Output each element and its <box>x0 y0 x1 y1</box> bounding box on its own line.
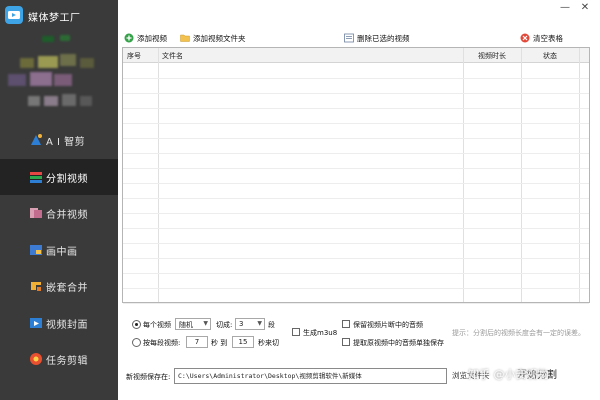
mode-each-radio[interactable] <box>132 320 141 329</box>
add-video-button[interactable]: 添加视频 <box>124 32 184 44</box>
table-row <box>123 108 589 109</box>
table-row <box>123 213 589 214</box>
chevron-down-icon: ▼ <box>257 320 262 327</box>
column-filename[interactable]: 文件名 <box>162 51 183 61</box>
column-divider <box>158 48 159 302</box>
table-row <box>123 258 589 259</box>
delete-selected-button[interactable]: 删除已选的视频 <box>344 32 424 44</box>
table-header: 序号 文件名 视频时长 状态 <box>123 48 589 63</box>
sidebar-item-nested-merge[interactable]: 嵌套合并 <box>0 268 118 305</box>
main-panel: — ✕ 添加视频 添加视频文件夹 删除已选的视频 清空表格 序号 文件名 视频时… <box>118 0 600 400</box>
mode-each-label: 每个视频 <box>143 321 171 329</box>
sidebar-nav: A I 智剪 分割视频 合并视频 画中画 嵌套合并 视频封面 任务剪辑 <box>0 122 118 378</box>
picture-in-picture-icon <box>29 243 43 257</box>
column-divider <box>579 48 580 302</box>
table-row <box>123 198 589 199</box>
table-row <box>123 288 589 289</box>
mode-per-segment-label: 按每段视频: <box>143 339 181 347</box>
add-folder-button[interactable]: 添加视频文件夹 <box>180 32 280 44</box>
ai-icon <box>29 133 43 147</box>
keep-audio-label: 保留视频片断中的音频 <box>353 321 423 329</box>
table-row <box>123 93 589 94</box>
sec-to-label: 秒 到 <box>211 339 228 347</box>
clear-icon <box>520 33 530 43</box>
minimize-button[interactable]: — <box>558 2 572 13</box>
sidebar-item-task-edit[interactable]: 任务剪辑 <box>0 341 118 378</box>
table-row <box>123 168 589 169</box>
clear-table-button[interactable]: 清空表格 <box>520 32 570 44</box>
table-row <box>123 138 589 139</box>
hint-text: 提示：分割后的视频长度会有一定的误差。 <box>452 329 585 337</box>
folder-icon <box>180 33 190 43</box>
table-row <box>123 303 589 304</box>
sec-end-label: 秒来切 <box>258 339 279 347</box>
merge-video-icon <box>29 206 43 220</box>
segment-max-seconds[interactable]: 15 <box>232 336 254 348</box>
split-options: 每个视频 随机 ▼ 切成: 3 ▼ 段 按每段视频: 7 秒 到 15 秒来切 … <box>122 310 590 360</box>
table-row <box>123 153 589 154</box>
table-row <box>123 273 589 274</box>
column-duration[interactable]: 视频时长 <box>478 51 506 61</box>
random-select[interactable]: 随机 ▼ <box>175 318 211 330</box>
column-index[interactable]: 序号 <box>127 51 141 61</box>
extract-audio-checkbox[interactable] <box>342 338 350 346</box>
sidebar-item-ai-edit[interactable]: A I 智剪 <box>0 122 118 159</box>
blurred-account-area <box>0 30 118 122</box>
sidebar-item-label: 分割视频 <box>46 173 88 185</box>
close-button[interactable]: ✕ <box>578 2 592 13</box>
gen-m3u8-label: 生成m3u8 <box>303 329 338 337</box>
segment-min-seconds[interactable]: 7 <box>186 336 208 348</box>
sidebar-item-label: A I 智剪 <box>46 137 86 148</box>
sidebar-item-label: 嵌套合并 <box>46 283 88 294</box>
split-video-icon <box>29 170 43 184</box>
column-divider <box>463 48 464 302</box>
sidebar-item-label: 任务剪辑 <box>46 356 88 367</box>
chevron-down-icon: ▼ <box>203 320 208 327</box>
sidebar: 媒体梦工厂 A I 智剪 分割视频 合并视频 画中画 嵌套合并 视频封面 任务剪… <box>0 0 118 400</box>
mode-per-segment-radio[interactable] <box>132 338 141 347</box>
sidebar-item-pip[interactable]: 画中画 <box>0 232 118 269</box>
sidebar-item-merge-video[interactable]: 合并视频 <box>0 195 118 232</box>
segments-unit: 段 <box>268 321 275 329</box>
extract-audio-label: 提取原视频中的音频单独保存 <box>353 339 444 347</box>
sidebar-item-split-video[interactable]: 分割视频 <box>0 158 118 195</box>
sidebar-item-label: 画中画 <box>46 246 78 258</box>
sidebar-item-video-cover[interactable]: 视频封面 <box>0 305 118 342</box>
delete-list-icon <box>344 33 354 43</box>
sidebar-item-label: 合并视频 <box>46 210 88 221</box>
table-row <box>123 228 589 229</box>
save-path-input[interactable]: C:\Users\Administrator\Desktop\视频剪辑软件\新媒… <box>174 368 447 384</box>
save-label: 新视频保存在: <box>126 373 171 381</box>
video-cover-icon <box>29 316 43 330</box>
sidebar-item-label: 视频封面 <box>46 319 88 331</box>
table-row <box>123 243 589 244</box>
column-divider <box>521 48 522 302</box>
watermark: 知乎 @小安视物 <box>468 368 549 381</box>
video-table[interactable]: 序号 文件名 视频时长 状态 <box>122 47 590 304</box>
task-edit-icon <box>29 352 43 366</box>
cut-label: 切成: <box>216 321 233 329</box>
table-row <box>123 123 589 124</box>
table-row <box>123 78 589 79</box>
keep-audio-checkbox[interactable] <box>342 320 350 328</box>
app-header: 媒体梦工厂 <box>0 0 118 30</box>
app-logo-icon <box>5 6 23 24</box>
nested-merge-icon <box>29 279 43 293</box>
table-row <box>123 183 589 184</box>
gen-m3u8-checkbox[interactable] <box>292 328 300 336</box>
column-status[interactable]: 状态 <box>543 51 557 61</box>
app-title: 媒体梦工厂 <box>28 13 81 24</box>
plus-icon <box>124 33 134 43</box>
cut-count-select[interactable]: 3 ▼ <box>235 318 265 330</box>
